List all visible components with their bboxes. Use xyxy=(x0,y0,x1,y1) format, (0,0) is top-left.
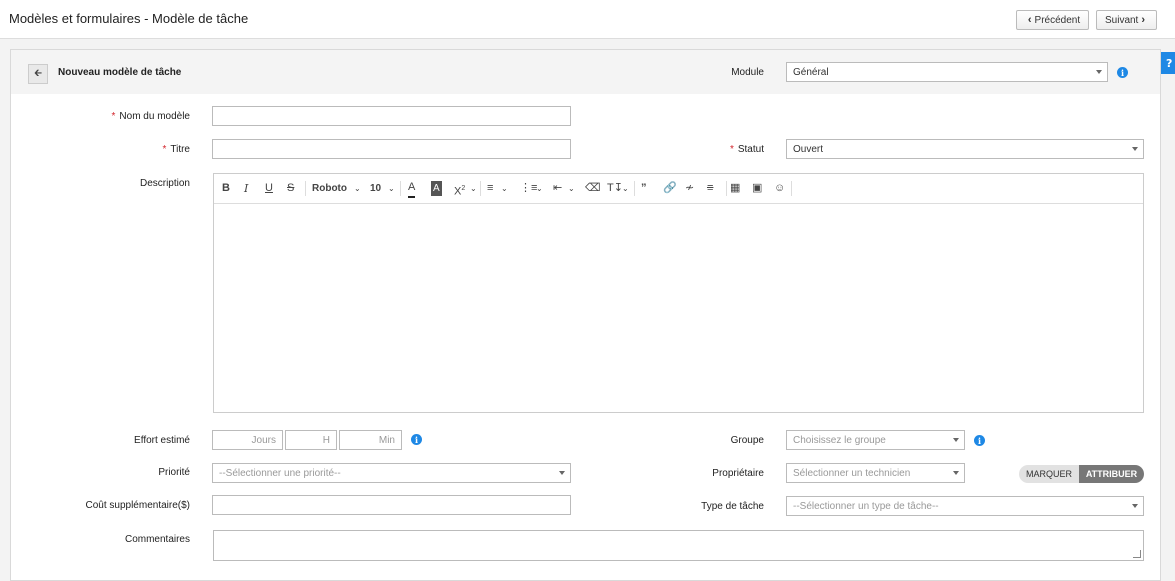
chevron-down-icon: ⌄ xyxy=(501,184,508,193)
chevron-down-icon xyxy=(1132,504,1138,508)
group-info-icon[interactable]: i xyxy=(974,435,985,446)
toolbar-divider xyxy=(791,181,792,196)
effort-info-icon[interactable]: i xyxy=(411,434,422,445)
description-editor[interactable]: B I U S Roboto ⌄ 10 ⌄ A A X2 ⌄ ≡ ⌄ ⋮≡ ⌄ … xyxy=(213,173,1144,413)
toolbar-divider xyxy=(480,181,481,196)
task-type-select[interactable]: --Sélectionner un type de tâche-- xyxy=(786,496,1144,516)
module-value: Général xyxy=(793,66,829,78)
emoji-icon[interactable]: ☺ xyxy=(774,181,785,196)
comments-textarea[interactable] xyxy=(213,530,1144,561)
group-label: Groupe xyxy=(730,435,764,446)
chevron-down-icon xyxy=(953,471,959,475)
indent-icon[interactable]: ⇤ xyxy=(553,181,562,196)
chevron-down-icon: ⌄ xyxy=(536,184,543,193)
chevron-right-icon: › xyxy=(1141,14,1146,26)
back-button[interactable]: 🡰 xyxy=(28,64,48,84)
strikethrough-icon[interactable]: S xyxy=(287,181,294,196)
owner-select[interactable]: Sélectionner un technicien xyxy=(786,463,965,483)
editor-toolbar: B I U S Roboto ⌄ 10 ⌄ A A X2 ⌄ ≡ ⌄ ⋮≡ ⌄ … xyxy=(214,174,1143,204)
align-left-icon[interactable]: ≡ xyxy=(487,181,493,196)
module-select[interactable]: Général xyxy=(786,62,1108,82)
chevron-down-icon: ⌄ xyxy=(388,184,395,193)
module-info-icon[interactable]: i xyxy=(1117,67,1128,78)
priority-placeholder: --Sélectionner une priorité-- xyxy=(219,467,341,479)
template-name-label-text: Nom du modèle xyxy=(119,111,190,122)
chevron-down-icon: ⌄ xyxy=(568,184,575,193)
table-icon[interactable]: ▦ xyxy=(730,181,740,196)
page-title: Modèles et formulaires - Modèle de tâche xyxy=(9,11,249,26)
svg-text:?: ? xyxy=(1166,57,1172,70)
arrow-left-icon: 🡰 xyxy=(33,67,43,79)
chevron-down-icon xyxy=(559,471,565,475)
bold-icon[interactable]: B xyxy=(222,181,230,196)
mark-option[interactable]: MARQUER xyxy=(1019,465,1079,483)
required-marker: * xyxy=(162,144,167,155)
superscript-icon[interactable]: X2 xyxy=(454,181,465,198)
top-bar: Modèles et formulaires - Modèle de tâche… xyxy=(0,0,1175,39)
status-value: Ouvert xyxy=(793,143,824,155)
toolbar-divider xyxy=(726,181,727,196)
effort-hours-input[interactable]: H xyxy=(285,430,337,450)
title-label-text: Titre xyxy=(170,144,190,155)
group-placeholder: Choisissez le groupe xyxy=(793,434,886,446)
priority-select[interactable]: --Sélectionner une priorité-- xyxy=(212,463,571,483)
underline-icon[interactable]: U xyxy=(265,181,273,196)
chevron-down-icon: ⌄ xyxy=(354,184,361,193)
chevron-down-icon: ⌄ xyxy=(470,184,477,193)
background-color-icon[interactable]: A xyxy=(431,181,442,196)
next-button-label: Suivant xyxy=(1104,14,1139,26)
unlink-icon[interactable]: ≁ xyxy=(685,181,694,196)
chevron-down-icon: ⌄ xyxy=(622,184,629,193)
panel-title: Nouveau modèle de tâche xyxy=(58,67,182,78)
group-select[interactable]: Choisissez le groupe xyxy=(786,430,965,450)
chevron-down-icon xyxy=(1096,70,1102,74)
resize-handle-icon[interactable] xyxy=(1133,550,1141,558)
chevron-left-icon: ‹ xyxy=(1027,14,1032,26)
horizontal-rule-icon[interactable]: ≡ xyxy=(707,181,713,196)
status-label-text: Statut xyxy=(737,144,764,155)
title-input[interactable] xyxy=(212,139,571,159)
owner-placeholder: Sélectionner un technicien xyxy=(793,467,911,479)
text-color-icon[interactable]: A xyxy=(408,181,416,198)
template-name-label: * Nom du modèle xyxy=(60,111,191,122)
next-button[interactable]: Suivant › xyxy=(1096,10,1157,30)
owner-label: Propriétaire xyxy=(712,468,764,479)
status-label: * Statut xyxy=(700,144,764,155)
cost-input[interactable] xyxy=(212,495,571,515)
quote-icon[interactable]: ” xyxy=(641,181,647,196)
task-type-label: Type de tâche xyxy=(701,501,764,512)
link-icon[interactable]: 🔗 xyxy=(663,181,677,196)
module-label: Module xyxy=(731,67,764,78)
font-family-select[interactable]: Roboto xyxy=(312,181,347,196)
italic-icon[interactable]: I xyxy=(244,181,248,196)
effort-label: Effort estimé xyxy=(134,435,190,446)
effort-days-input[interactable]: Jours xyxy=(212,430,283,450)
mark-assign-toggle[interactable]: MARQUER ATTRIBUER xyxy=(1019,465,1144,483)
cost-label: Coût supplémentaire($) xyxy=(85,500,191,511)
template-name-input[interactable] xyxy=(212,106,571,126)
font-size-select[interactable]: 10 xyxy=(370,181,381,196)
clear-format-icon[interactable]: T↧ xyxy=(607,181,623,196)
description-label: Description xyxy=(139,178,190,189)
title-label: * Titre xyxy=(60,144,190,155)
task-type-placeholder: --Sélectionner un type de tâche-- xyxy=(793,500,939,512)
bulleted-list-icon[interactable]: ⋮≡ xyxy=(520,181,537,196)
status-select[interactable]: Ouvert xyxy=(786,139,1144,159)
image-icon[interactable]: ▣ xyxy=(752,181,762,196)
previous-button[interactable]: ‹ Précédent xyxy=(1016,10,1089,30)
effort-minutes-input[interactable]: Min xyxy=(339,430,402,450)
priority-label: Priorité xyxy=(158,467,190,478)
toolbar-divider xyxy=(400,181,401,196)
toolbar-divider xyxy=(634,181,635,196)
toolbar-divider xyxy=(305,181,306,196)
chevron-down-icon xyxy=(953,438,959,442)
required-marker: * xyxy=(729,144,734,155)
assign-option[interactable]: ATTRIBUER xyxy=(1079,465,1144,483)
chevron-down-icon xyxy=(1132,147,1138,151)
previous-button-label: Précédent xyxy=(1034,14,1081,26)
comments-label: Commentaires xyxy=(124,534,190,545)
required-marker: * xyxy=(111,111,116,122)
eraser-icon[interactable]: ⌫ xyxy=(585,181,601,196)
